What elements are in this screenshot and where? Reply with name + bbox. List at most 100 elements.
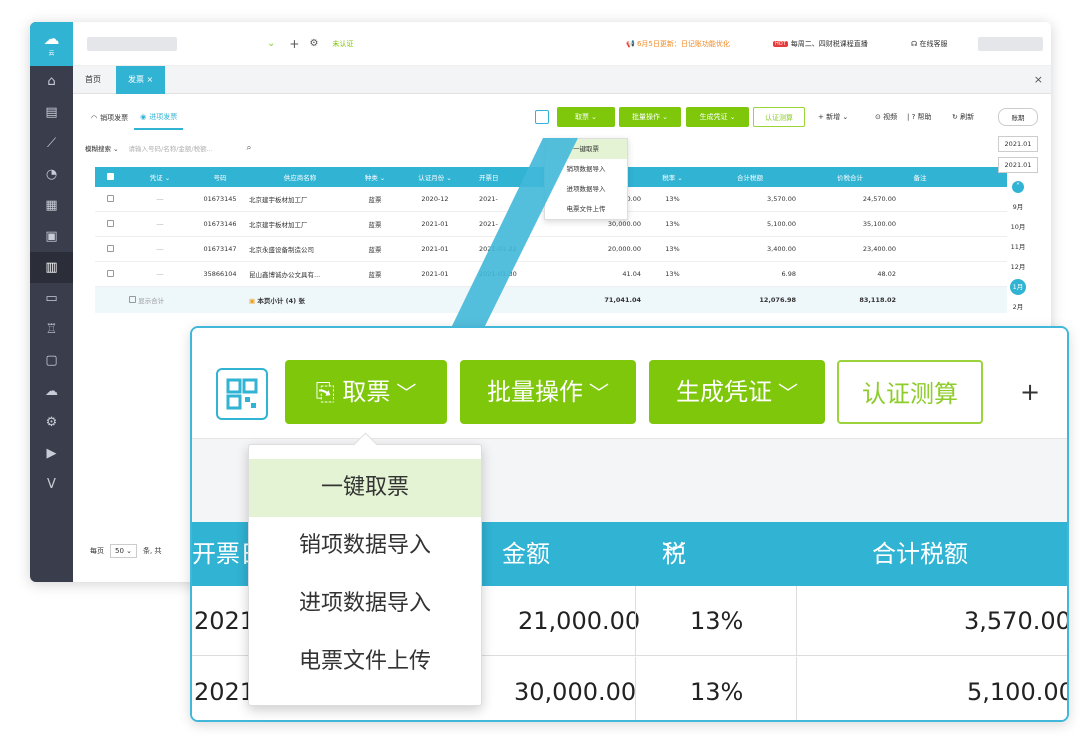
- calendar-icon[interactable]: ▢: [30, 345, 73, 376]
- table-row[interactable]: --- 35866104 昆山鑫博诚办公文具有... 蓝票 2021-01 2021-01…: [95, 262, 1007, 287]
- monitor-icon[interactable]: ▭: [30, 283, 73, 314]
- month-9[interactable]: 9月: [998, 197, 1038, 217]
- tab-home[interactable]: 首页: [73, 66, 113, 94]
- table-row[interactable]: --- 01673147 北京永盛设备制造公司 蓝票 2021-01 2021-01-22…: [95, 237, 1007, 262]
- zoom-certify-button[interactable]: 认证测算: [837, 360, 983, 424]
- zoom-header-amount: 金额: [502, 540, 550, 568]
- chevron-down-icon: ﹀: [396, 381, 417, 405]
- period-to[interactable]: 2021.01: [998, 157, 1038, 173]
- zoom-voucher-label: 生成凭证: [676, 378, 772, 406]
- row-month: 2021-01: [421, 270, 449, 278]
- report-icon[interactable]: ▣: [30, 221, 73, 252]
- lock-icon[interactable]: ◔: [30, 159, 73, 190]
- online-service-link[interactable]: ☊ 在线客服: [911, 39, 947, 49]
- row-checkbox[interactable]: [95, 269, 125, 279]
- zoom-row-amount: 21,000.00: [518, 607, 641, 635]
- divider: [796, 586, 797, 655]
- zoom-qr-scan-icon[interactable]: [216, 368, 268, 420]
- update-notice[interactable]: 📢 6月5日更新：日记账功能优化: [626, 39, 730, 49]
- stamp-icon[interactable]: ♖: [30, 314, 73, 345]
- batch-button[interactable]: 批量操作 ⌄: [619, 107, 681, 127]
- tab-invoice[interactable]: 发票 ×: [116, 66, 166, 94]
- live-course-link[interactable]: HOT 每周二、四财税课程直播: [773, 39, 868, 49]
- vip-icon[interactable]: V: [30, 469, 73, 500]
- row-checkbox[interactable]: [95, 194, 125, 204]
- row-checkbox[interactable]: [95, 219, 125, 229]
- row-number: 01673147: [203, 245, 237, 253]
- app-logo[interactable]: ☁ 云: [30, 22, 73, 66]
- select-all-checkbox[interactable]: [95, 172, 125, 182]
- menu-input-import[interactable]: 进项数据导入: [545, 179, 627, 199]
- search-input[interactable]: 请输入号码/名称/金额/税额...: [129, 143, 247, 153]
- zoom-menu-input-import[interactable]: 进项数据导入: [249, 575, 481, 633]
- zoom-add-button[interactable]: + 新: [1020, 360, 1067, 470]
- update-notice-text: 6月5日更新：日记账功能优化: [636, 39, 730, 48]
- gear-icon[interactable]: ⚙: [309, 38, 318, 49]
- header-tax: 合计税额: [737, 174, 763, 182]
- zoom-row-tax: 5,100.00: [967, 678, 1069, 706]
- zoom-batch-button[interactable]: 批量操作 ﹀: [460, 360, 636, 424]
- header-rate[interactable]: 税率 ⌄: [645, 172, 700, 182]
- chevron-up-icon[interactable]: ˄: [1012, 181, 1024, 193]
- qr-scan-icon[interactable]: [535, 110, 549, 124]
- user-avatar[interactable]: [978, 36, 1043, 51]
- add-icon[interactable]: +: [289, 37, 299, 51]
- zoom-menu-one-click-fetch[interactable]: 一键取票: [249, 459, 481, 517]
- chevron-down-icon[interactable]: ⌄: [267, 38, 275, 49]
- month-12[interactable]: 12月: [998, 257, 1038, 277]
- close-icon[interactable]: ×: [1034, 73, 1043, 86]
- invoice-icon[interactable]: ▥: [30, 252, 73, 283]
- tab-sales-label: 销项发票: [100, 114, 129, 122]
- ledger-icon[interactable]: ▤: [30, 97, 73, 128]
- zoom-batch-label: 批量操作: [487, 378, 583, 406]
- unauth-badge[interactable]: 未认证: [332, 39, 353, 49]
- cloud-icon[interactable]: ☁: [30, 376, 73, 407]
- chart-icon[interactable]: ⟋: [30, 128, 73, 159]
- help-label: 帮助: [917, 113, 932, 121]
- tab-close-icon[interactable]: ×: [147, 75, 154, 84]
- help-button[interactable]: | ? 帮助: [907, 107, 932, 127]
- row-rate: 13%: [665, 270, 680, 278]
- zoom-fetch-button[interactable]: ⎘ 取票 ﹀: [285, 360, 447, 424]
- period-panel: 账期 2021.01 2021.01 ˄ 9月 10月 11月 12月 1月 2…: [998, 108, 1038, 317]
- tab-input-invoice[interactable]: ◉ 进项发票: [134, 106, 184, 130]
- month-1-selected[interactable]: 1月: [998, 277, 1038, 297]
- company-selector[interactable]: [87, 36, 177, 51]
- tab-sales-invoice[interactable]: ◠ 销项发票: [85, 106, 134, 130]
- zoom-header-rate[interactable]: 税率 ﹀: [662, 522, 686, 632]
- certify-button[interactable]: 认证测算: [753, 107, 805, 127]
- zoom-menu-sales-import[interactable]: 销项数据导入: [249, 517, 481, 575]
- month-2[interactable]: 2月: [998, 297, 1038, 317]
- fetch-button[interactable]: 取票 ⌄: [557, 107, 615, 127]
- period-toggle[interactable]: 账期: [998, 108, 1038, 126]
- period-from[interactable]: 2021.01: [998, 136, 1038, 152]
- megaphone-icon: 📢: [626, 39, 637, 48]
- row-tax: 5,100.00: [767, 220, 796, 228]
- zoom-menu-eticket-upload[interactable]: 电票文件上传: [249, 633, 481, 691]
- video-button[interactable]: ⊙ 视频: [875, 107, 897, 127]
- add-button[interactable]: + 新增 ⌄: [818, 107, 848, 127]
- row-checkbox[interactable]: [95, 244, 125, 254]
- menu-sales-import[interactable]: 销项数据导入: [545, 159, 627, 179]
- search-icon[interactable]: ⌕: [247, 143, 252, 153]
- subtotal-label: ▣ 本页小计 (4) 张: [245, 295, 355, 305]
- menu-eticket-upload[interactable]: 电票文件上传: [545, 199, 627, 219]
- header-type[interactable]: 种类 ⌄: [355, 172, 395, 182]
- header-voucher[interactable]: 凭证 ⌄: [125, 172, 195, 182]
- month-10[interactable]: 10月: [998, 217, 1038, 237]
- refresh-button[interactable]: ↻ 刷新: [952, 107, 974, 127]
- zoom-voucher-button[interactable]: 生成凭证 ﹀: [649, 360, 825, 424]
- voucher-button[interactable]: 生成凭证 ⌄: [686, 107, 749, 127]
- month-11[interactable]: 11月: [998, 237, 1038, 257]
- video-icon[interactable]: ▶: [30, 438, 73, 469]
- home-icon[interactable]: ⌂: [30, 66, 73, 97]
- document-icon[interactable]: ▦: [30, 190, 73, 221]
- search-mode-select[interactable]: 模糊搜索 ⌄: [85, 143, 119, 153]
- page-size-select[interactable]: 50 ⌄: [110, 544, 138, 558]
- row-amount: 30,000.00: [607, 220, 641, 228]
- menu-one-click-fetch[interactable]: 一键取票: [545, 139, 627, 159]
- settings-icon[interactable]: ⚙: [30, 407, 73, 438]
- live-course-text: 每周二、四财税课程直播: [790, 39, 868, 48]
- show-total-checkbox[interactable]: 显示合计: [125, 295, 195, 305]
- header-month[interactable]: 认证月份 ⌄: [395, 172, 475, 182]
